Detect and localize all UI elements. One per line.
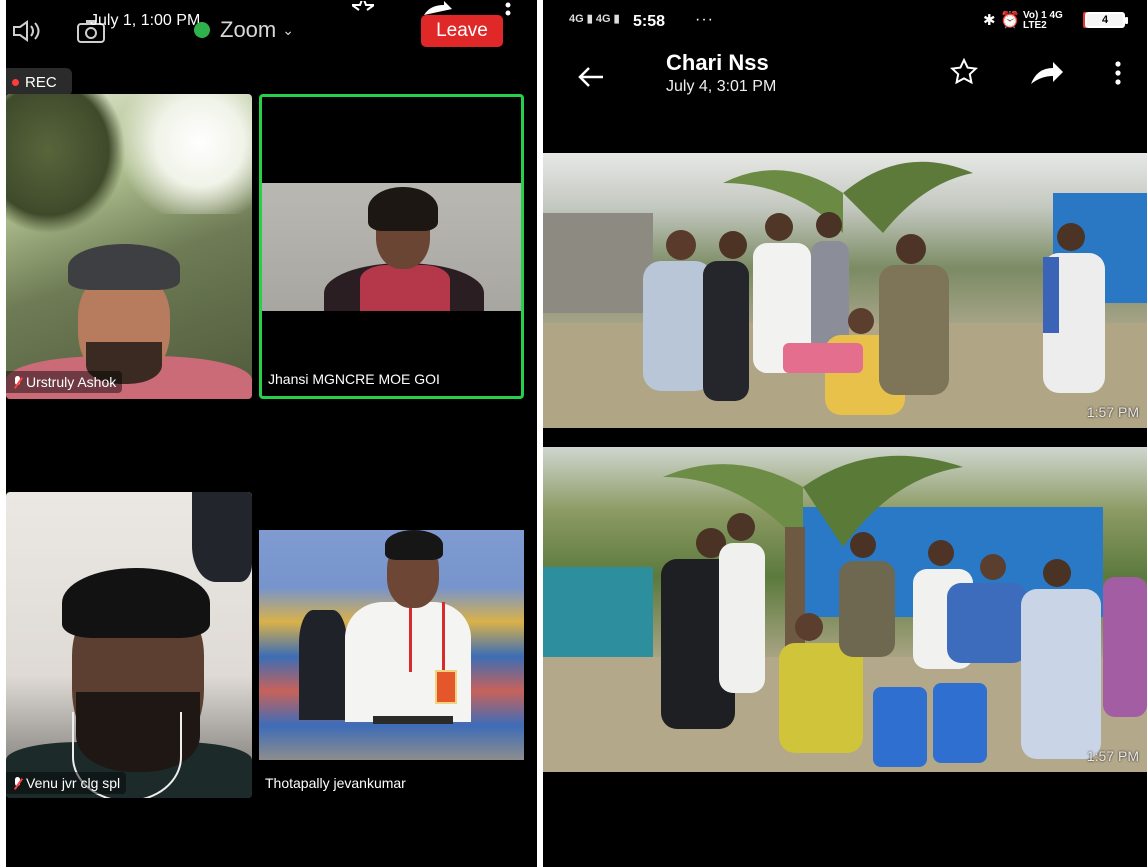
album-date: July 4, 3:01 PM — [666, 78, 777, 95]
signal-bars-icon: ▮ — [613, 13, 620, 25]
leave-button[interactable]: Leave — [421, 15, 503, 47]
zoom-meeting-screen: July 1, 1:00 PM Zoom ⌄ Leave REC Urstrul… — [6, 0, 537, 867]
signal-2: 4G — [595, 13, 611, 25]
shield-icon — [194, 22, 210, 38]
alarm-icon: ⏰ — [1000, 12, 1020, 29]
participant-name-tag: Jhansi MGNCRE MOE GOI — [262, 368, 446, 390]
status-more: ··· — [695, 11, 714, 28]
meeting-title-dropdown[interactable]: Zoom ⌄ — [194, 17, 294, 43]
recording-indicator: REC — [6, 68, 72, 96]
signal-bars-icon: ▮ — [586, 13, 593, 25]
overlay-date: July 1, 1:00 PM — [90, 12, 201, 29]
photo-timestamp: 1:57 PM — [1086, 404, 1139, 420]
status-time: 5:58 — [633, 13, 666, 30]
status-bar: 4G ▮ 4G ▮ 5:58 ··· ✱ ⏰ Vo) 1 4G LTE2 4 — [543, 0, 1147, 44]
share-icon[interactable] — [422, 0, 452, 16]
photo-scene — [543, 161, 1147, 428]
participant-name: Venu jvr clg spl — [26, 775, 121, 791]
participant-video-tile[interactable]: Thotapally jevankumar — [259, 492, 524, 798]
app-bar: Chari Nss July 4, 3:01 PM — [543, 46, 1147, 110]
share-icon[interactable] — [1029, 60, 1065, 86]
participant-name-tag: Urstruly Ashok — [6, 371, 123, 393]
photo-scene — [543, 455, 1147, 772]
participant-video-tile-active-speaker[interactable]: Jhansi MGNCRE MOE GOI — [259, 94, 524, 399]
meeting-title: Zoom — [220, 17, 277, 42]
more-options-icon[interactable] — [1114, 60, 1124, 86]
chevron-down-icon: ⌄ — [282, 21, 294, 38]
signal-1: 4G — [569, 13, 584, 25]
network-bottom: LTE2 — [1023, 20, 1047, 31]
zoom-toolbar: July 1, 1:00 PM Zoom ⌄ Leave — [6, 0, 537, 58]
battery-icon: 4 — [1085, 12, 1128, 28]
speaker-icon[interactable] — [10, 18, 44, 44]
gallery-photo[interactable]: 1:57 PM — [543, 447, 1147, 772]
album-title: Chari Nss — [666, 50, 769, 75]
participant-name: Jhansi MGNCRE MOE GOI — [268, 371, 440, 387]
photo-timestamp: 1:57 PM — [1086, 748, 1139, 764]
network-indicator: Vo) 1 4G LTE2 — [1023, 11, 1063, 31]
participant-name: Thotapally jevankumar — [265, 775, 406, 791]
participant-video-tile[interactable]: Venu jvr clg spl — [6, 492, 252, 798]
record-dot-icon — [12, 78, 19, 86]
bluetooth-icon: ✱ — [983, 12, 996, 29]
mic-muted-icon — [12, 375, 22, 389]
recording-label: REC — [25, 73, 57, 91]
participant-name-tag: Venu jvr clg spl — [6, 772, 127, 794]
participant-name: Urstruly Ashok — [26, 374, 117, 390]
participant-name-tag: Thotapally jevankumar — [259, 772, 412, 794]
mic-muted-icon — [12, 776, 22, 790]
gallery-photo[interactable]: 1:57 PM — [543, 153, 1147, 428]
gallery-viewer-screen: 4G ▮ 4G ▮ 5:58 ··· ✱ ⏰ Vo) 1 4G LTE2 4 C… — [543, 0, 1147, 867]
participant-video-tile[interactable]: Urstruly Ashok — [6, 94, 252, 399]
back-arrow-icon[interactable] — [577, 64, 605, 95]
signal-indicator: 4G ▮ 4G ▮ — [569, 12, 620, 25]
star-icon[interactable] — [949, 57, 979, 91]
star-icon[interactable] — [350, 0, 376, 18]
more-options-icon[interactable] — [502, 0, 514, 18]
